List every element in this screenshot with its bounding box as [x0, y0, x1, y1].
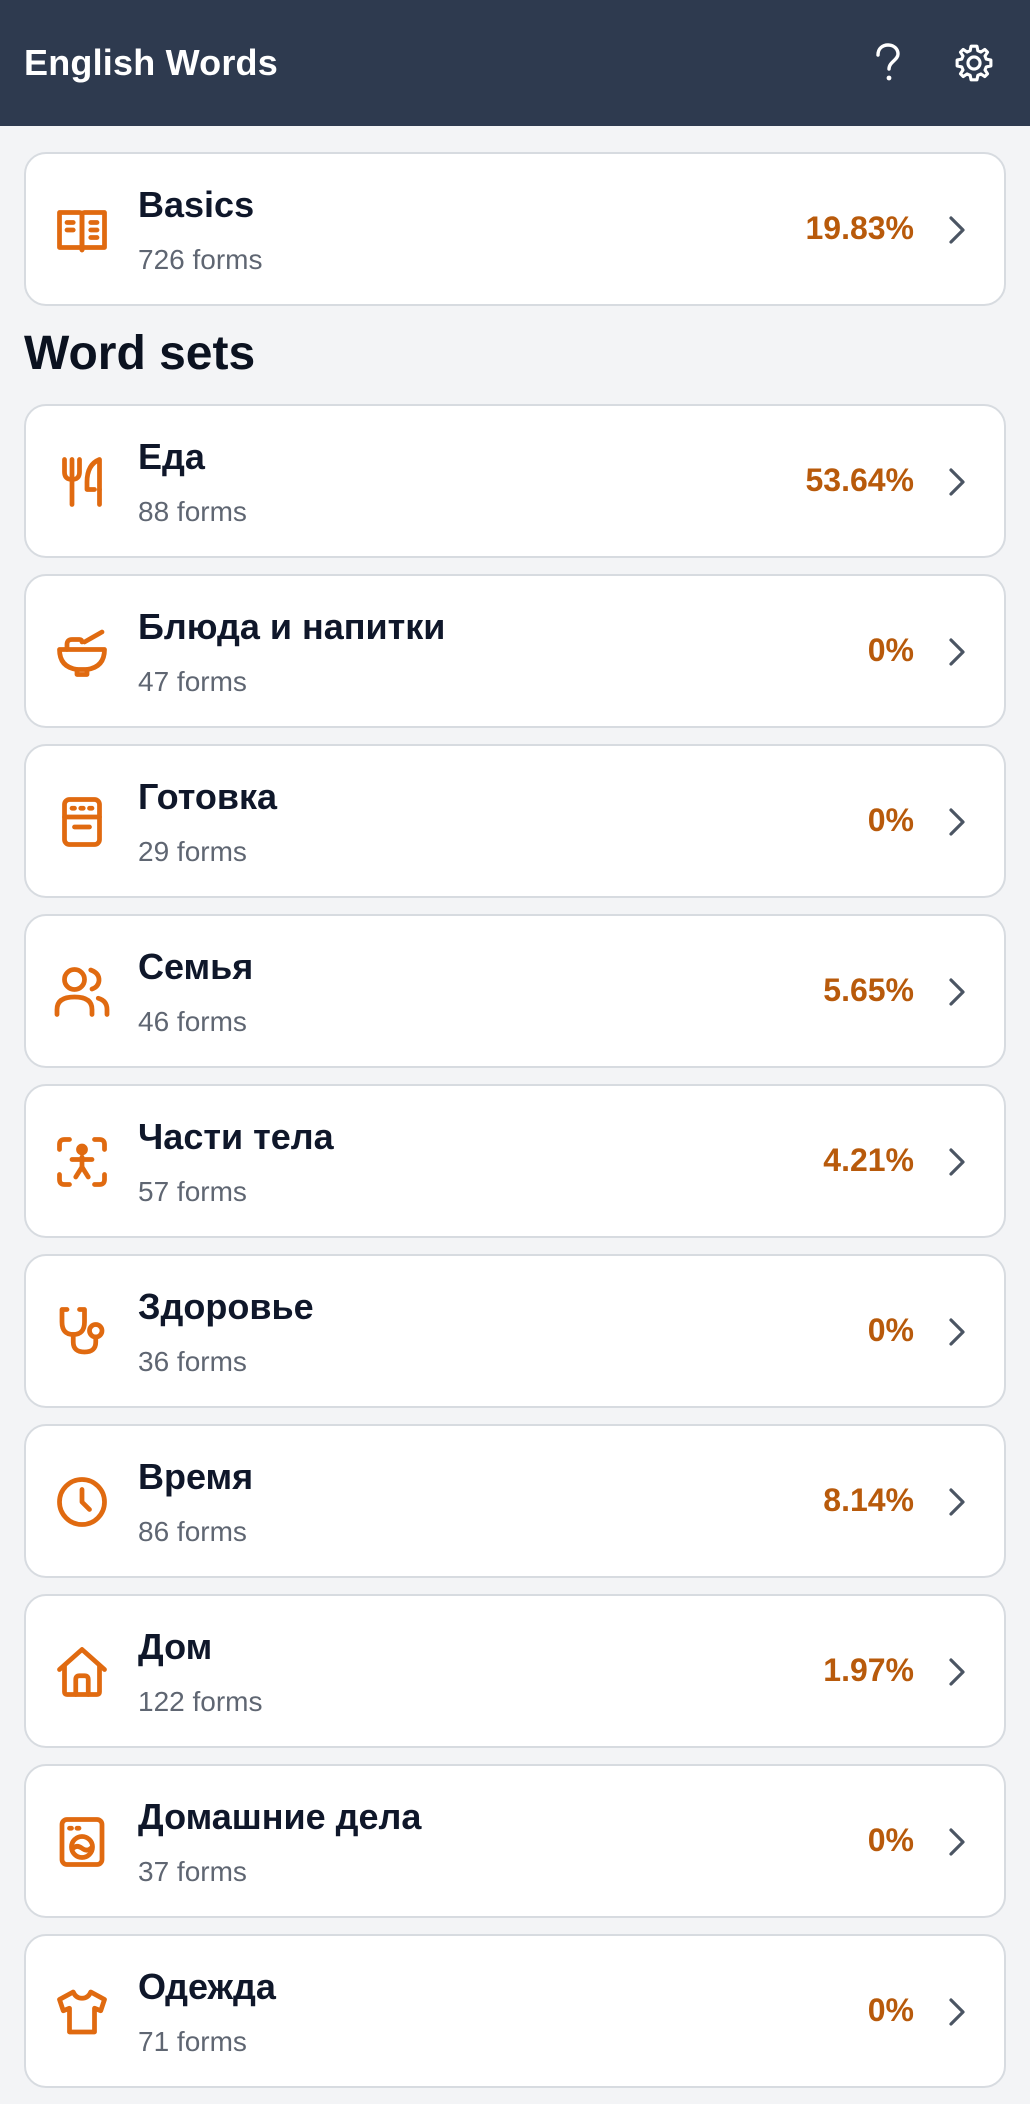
- word-sets-heading: Word sets: [24, 327, 256, 380]
- word-set-forms-count: 47 forms: [138, 666, 247, 697]
- help-icon: [876, 43, 900, 81]
- chevron-right-icon: [942, 1484, 972, 1520]
- clock-icon: [52, 1472, 112, 1532]
- gear-icon: [955, 44, 993, 82]
- word-set-title: Дом: [138, 1626, 213, 1667]
- chevron-right-icon: [942, 974, 972, 1010]
- body-scan-icon: [52, 1132, 112, 1192]
- word-set-forms-count: 122 forms: [138, 1686, 263, 1717]
- word-set-forms-count: 29 forms: [138, 836, 247, 867]
- word-set-forms-count: 37 forms: [138, 1856, 247, 1887]
- word-set-title: Части тела: [138, 1116, 334, 1157]
- help-button[interactable]: [856, 31, 920, 95]
- word-set-title: Блюда и напитки: [138, 606, 446, 647]
- word-set-progress-percent: 8.14%: [823, 1482, 914, 1518]
- word-set-progress-percent: 0%: [867, 632, 914, 668]
- word-set-card[interactable]: Одежда 71 forms 0%: [24, 1934, 1006, 2088]
- word-set-title: Готовка: [138, 776, 278, 817]
- word-set-progress-percent: 0%: [867, 802, 914, 838]
- word-set-card[interactable]: Семья 46 forms 5.65%: [24, 914, 1006, 1068]
- word-set-forms-count: 57 forms: [138, 1176, 247, 1207]
- chevron-right-icon: [942, 212, 972, 248]
- chevron-right-icon: [942, 804, 972, 840]
- utensils-icon: [52, 452, 112, 512]
- word-set-card[interactable]: Здоровье 36 forms 0%: [24, 1254, 1006, 1408]
- chevron-right-icon: [942, 1144, 972, 1180]
- word-set-card[interactable]: Части тела 57 forms 4.21%: [24, 1084, 1006, 1238]
- word-set-progress-percent: 0%: [867, 1992, 914, 2028]
- word-set-title: Одежда: [138, 1966, 276, 2007]
- main-content: Basics 726 forms 19.83% Word sets Еда 88…: [24, 152, 1006, 2104]
- users-icon: [52, 962, 112, 1022]
- word-set-card[interactable]: Еда 88 forms 53.64%: [24, 404, 1006, 558]
- word-set-progress-percent: 0%: [867, 1822, 914, 1858]
- word-set-title: Домашние дела: [138, 1796, 422, 1837]
- book-icon: [52, 200, 112, 260]
- word-set-forms-count: 71 forms: [138, 2026, 247, 2057]
- word-set-card[interactable]: Готовка 29 forms 0%: [24, 744, 1006, 898]
- word-set-card[interactable]: Дом 122 forms 1.97%: [24, 1594, 1006, 1748]
- word-set-forms-count: 36 forms: [138, 1346, 247, 1377]
- stethoscope-icon: [52, 1302, 112, 1362]
- chevron-right-icon: [942, 1314, 972, 1350]
- word-set-title: Здоровье: [138, 1286, 314, 1327]
- house-icon: [52, 1642, 112, 1702]
- word-set-card[interactable]: Блюда и напитки 47 forms 0%: [24, 574, 1006, 728]
- shirt-icon: [52, 1982, 112, 2042]
- word-set-forms-count: 46 forms: [138, 1006, 247, 1037]
- basics-progress-percent: 19.83%: [805, 210, 914, 246]
- word-set-title: Еда: [138, 436, 205, 477]
- word-set-card[interactable]: Домашние дела 37 forms 0%: [24, 1764, 1006, 1918]
- word-set-progress-percent: 53.64%: [805, 462, 914, 498]
- word-set-forms-count: 88 forms: [138, 496, 247, 527]
- settings-button[interactable]: [942, 31, 1006, 95]
- word-set-progress-percent: 1.97%: [823, 1652, 914, 1688]
- stove-icon: [52, 792, 112, 852]
- word-set-progress-percent: 4.21%: [823, 1142, 914, 1178]
- word-set-card[interactable]: Время 86 forms 8.14%: [24, 1424, 1006, 1578]
- chevron-right-icon: [942, 464, 972, 500]
- basics-card[interactable]: Basics 726 forms 19.83%: [24, 152, 1006, 306]
- top-app-bar: English Words: [0, 0, 1030, 126]
- chevron-right-icon: [942, 1654, 972, 1690]
- basics-title: Basics: [138, 184, 255, 225]
- bowl-icon: [52, 622, 112, 682]
- chevron-right-icon: [942, 634, 972, 670]
- washing-machine-icon: [52, 1812, 112, 1872]
- chevron-right-icon: [942, 1994, 972, 2030]
- word-set-title: Время: [138, 1456, 254, 1497]
- word-set-progress-percent: 5.65%: [823, 972, 914, 1008]
- word-set-title: Семья: [138, 946, 254, 987]
- chevron-right-icon: [942, 1824, 972, 1860]
- basics-forms-count: 726 forms: [138, 244, 263, 275]
- word-set-progress-percent: 0%: [867, 1312, 914, 1348]
- app-title: English Words: [24, 42, 278, 83]
- word-set-forms-count: 86 forms: [138, 1516, 247, 1547]
